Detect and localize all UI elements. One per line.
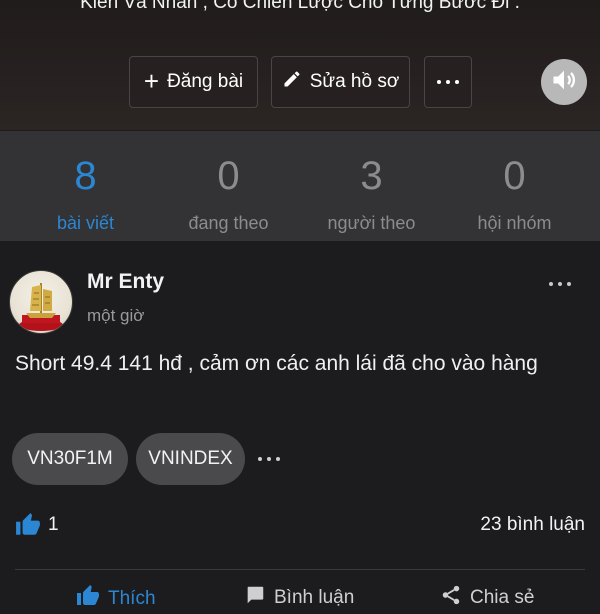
speaker-icon	[550, 66, 578, 99]
comment-icon	[244, 584, 266, 612]
share-label: Chia sẻ	[470, 587, 535, 608]
plus-icon: +	[143, 65, 160, 96]
comment-button[interactable]: Bình luận	[244, 584, 354, 612]
share-icon	[440, 584, 462, 612]
avatar[interactable]	[9, 270, 73, 334]
divider	[15, 569, 585, 570]
post-body: Short 49.4 141 hđ , cảm ơn các anh lái đ…	[15, 352, 538, 375]
more-tags-icon[interactable]	[258, 457, 280, 461]
post-author[interactable]: Mr Enty	[87, 270, 164, 294]
edit-profile-label: Sửa hồ sơ	[309, 71, 400, 92]
stat-value: 3	[360, 154, 383, 198]
tag-chip[interactable]: VN30F1M	[12, 433, 128, 485]
stat-label: đang theo	[188, 213, 269, 233]
ship-figurine-image	[19, 283, 63, 331]
profile-header: Kiên Và Nhẫn , Có Chiến Lược Cho Từng Bư…	[0, 0, 600, 130]
stat-value: 0	[503, 154, 526, 198]
more-icon	[437, 80, 459, 84]
stat-value: 8	[74, 154, 97, 198]
pencil-icon	[282, 69, 302, 95]
stat-followers[interactable]: 3 người theo	[300, 131, 443, 241]
comment-count[interactable]: 23 bình luận	[480, 514, 585, 536]
stat-posts[interactable]: 8 bài viết	[14, 131, 157, 241]
stat-label: người theo	[327, 213, 416, 233]
like-count: 1	[48, 514, 59, 535]
thumbs-up-icon	[15, 512, 41, 543]
like-button[interactable]: Thích	[76, 584, 156, 614]
stat-value: 0	[217, 154, 240, 198]
comment-label: Bình luận	[274, 587, 355, 608]
create-post-button[interactable]: + Đăng bài	[129, 56, 258, 108]
profile-stats: 8 bài viết 0 đang theo 3 người theo 0 hộ…	[0, 131, 600, 241]
tag-chip[interactable]: VNINDEX	[136, 433, 245, 485]
stat-groups[interactable]: 0 hội nhóm	[443, 131, 586, 241]
stat-label: hội nhóm	[477, 213, 552, 233]
create-post-label: Đăng bài	[167, 71, 244, 92]
share-button[interactable]: Chia sẻ	[440, 584, 534, 612]
edit-profile-button[interactable]: Sửa hồ sơ	[271, 56, 410, 108]
sound-button[interactable]	[541, 59, 587, 105]
like-label: Thích	[108, 588, 156, 609]
profile-bio: Kiên Và Nhẫn , Có Chiến Lược Cho Từng Bư…	[80, 0, 520, 13]
profile-more-button[interactable]	[424, 56, 472, 108]
post-menu-icon[interactable]	[549, 282, 571, 286]
thumbs-up-icon	[76, 584, 100, 614]
stat-label: bài viết	[56, 213, 115, 233]
stat-following[interactable]: 0 đang theo	[157, 131, 300, 241]
post-time: một giờ	[87, 306, 145, 325]
